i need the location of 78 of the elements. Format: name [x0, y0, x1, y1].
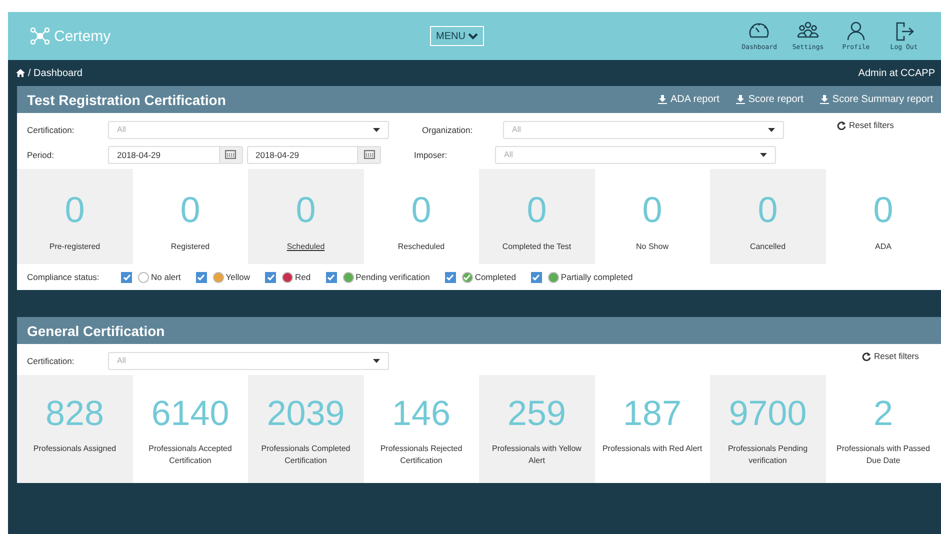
refresh-icon — [862, 352, 871, 360]
stat-label: Rescheduled — [396, 241, 446, 253]
stat-label: No Show — [635, 241, 670, 253]
stat-value: 0 — [873, 189, 894, 231]
stat-value: 0 — [296, 189, 316, 231]
calendar-icon — [225, 150, 236, 159]
checkbox[interactable] — [121, 272, 132, 282]
stat-label: Professionals with Red Alert — [601, 443, 704, 455]
breadcrumb-link[interactable]: / Dashboard — [28, 68, 82, 78]
status-label: Pending verification — [356, 272, 430, 282]
stat-value: 0 — [411, 189, 432, 231]
stat-value: 2 — [874, 393, 893, 435]
stat-value: 2039 — [266, 393, 345, 435]
panel-title: General Certification — [27, 322, 165, 338]
chevron-down-icon — [468, 32, 478, 40]
date-field[interactable]: 2018-04-29 — [246, 146, 381, 164]
download-icon — [736, 95, 746, 104]
stat-value: 0 — [64, 189, 85, 231]
stat-label: Professionals Pending verification — [726, 443, 809, 467]
stat-label: Professionals with Passed Due Date — [836, 443, 931, 467]
download-icon — [658, 95, 668, 104]
caret-down-icon — [760, 152, 767, 156]
caret-down-icon — [768, 128, 775, 132]
stat-label: Professionals Rejected Certification — [379, 443, 464, 467]
report-download-link[interactable]: Score Summary report — [820, 94, 933, 105]
stat-link[interactable]: Scheduled — [280, 241, 331, 253]
status-label: Completed — [474, 272, 516, 282]
stat-label: Professionals Completed Certification — [260, 443, 352, 467]
stat-label: Completed the Test — [501, 241, 572, 253]
stat-value: 0 — [642, 189, 662, 231]
field-label: Certification: — [27, 356, 76, 366]
refresh-icon — [837, 120, 846, 130]
stat-value: 259 — [508, 393, 566, 435]
caret-down-icon — [373, 128, 380, 132]
person-icon — [845, 21, 867, 41]
menu-button[interactable]: MENU — [430, 26, 484, 46]
checkbox[interactable] — [530, 272, 542, 282]
field-label: Period: — [27, 150, 55, 160]
stat-label: Registered — [170, 241, 211, 253]
stat-label: Cancelled — [748, 241, 787, 253]
stat-value: 0 — [758, 189, 778, 231]
stat-value: 9700 — [728, 393, 807, 435]
panel-title: Test Registration Certification — [27, 92, 226, 108]
field-label: Imposer: — [414, 150, 448, 160]
date-field[interactable]: 2018-04-29 — [108, 146, 242, 164]
app-logo-text: Certemy — [54, 28, 111, 44]
stat-value: 0 — [526, 189, 547, 231]
field-label: Compliance status: — [27, 272, 100, 282]
user-name: Admin at CCAPP — [858, 68, 935, 78]
report-download-link[interactable]: ADA report — [658, 94, 720, 105]
checkbox[interactable] — [196, 272, 207, 282]
stat-label: Professionals Assigned — [32, 443, 118, 455]
status-label: No alert — [151, 272, 181, 282]
stat-label: Professionals with Yellow Alert — [491, 443, 582, 467]
stat-value: 6140 — [151, 393, 230, 435]
report-download-link[interactable]: Score report — [736, 94, 804, 105]
calendar-icon — [364, 150, 374, 159]
reset-filters-link[interactable]: Reset filters — [862, 351, 919, 361]
checkbox[interactable] — [326, 272, 337, 282]
status-label: Partially completed — [560, 272, 633, 282]
download-icon — [820, 95, 830, 104]
stat-label: Professionals Accepted Certification — [148, 443, 233, 467]
status-label: Yellow — [226, 272, 250, 282]
stat-label: ADA — [874, 241, 892, 253]
caret-down-icon — [373, 358, 380, 362]
field-label: Certification: — [27, 124, 76, 134]
stat-value: 146 — [392, 393, 450, 435]
checkbox[interactable] — [265, 272, 276, 282]
stat-value: 0 — [180, 189, 200, 231]
status-label: Red — [295, 272, 311, 282]
stat-label: Pre-registered — [48, 241, 102, 253]
home-icon — [16, 69, 25, 77]
field-label: Organization: — [422, 124, 474, 134]
molecule-logo-icon — [30, 27, 50, 45]
reset-filters-link[interactable]: Reset filters — [837, 120, 894, 130]
checkbox[interactable] — [444, 272, 456, 282]
stat-value: 828 — [46, 393, 104, 435]
stat-value: 187 — [623, 393, 682, 435]
